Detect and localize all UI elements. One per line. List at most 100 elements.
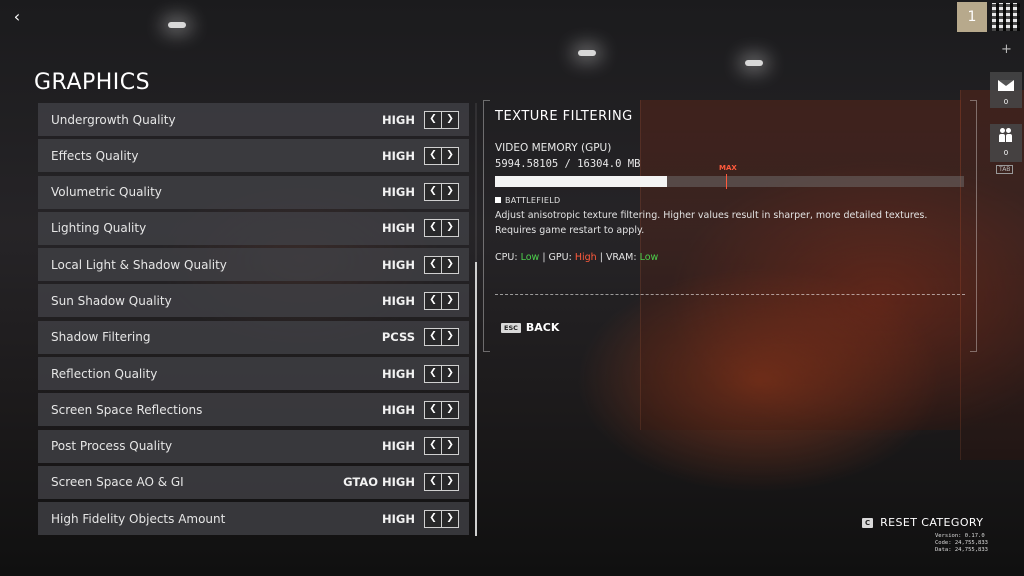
avatar[interactable]	[992, 3, 1020, 31]
back-button[interactable]: ESC BACK	[501, 321, 559, 334]
chevron-right-icon[interactable]: ❯	[442, 509, 459, 528]
setting-value: HIGH	[382, 257, 415, 272]
ceiling-lamp	[745, 60, 763, 66]
chevron-left-icon[interactable]: ❮	[424, 473, 442, 492]
panel-bracket-right	[970, 100, 977, 352]
chevron-left-icon[interactable]: ❮	[424, 400, 442, 419]
info-title: TEXTURE FILTERING	[495, 109, 633, 124]
vram-usage-fill	[495, 176, 668, 187]
setting-row[interactable]: Screen Space AO & GI GTAO HIGH ❮ ❯	[38, 465, 469, 499]
setting-label: Lighting Quality	[51, 221, 147, 236]
setting-label: Local Light & Shadow Quality	[51, 257, 227, 272]
square-icon	[495, 197, 501, 203]
divider	[495, 294, 965, 295]
chevron-left-icon[interactable]: ❮	[424, 219, 442, 238]
setting-value: GTAO HIGH	[343, 475, 415, 490]
esc-key-hint: ESC	[501, 322, 521, 333]
c-key-hint: C	[862, 517, 874, 528]
chevron-right-icon[interactable]: ❯	[442, 473, 459, 492]
panel-bracket-left	[483, 100, 490, 352]
performance-impact: CPU: Low | GPU: High | VRAM: Low	[495, 252, 658, 263]
setting-description: Adjust anisotropic texture filtering. Hi…	[495, 210, 928, 236]
setting-row[interactable]: Screen Space Reflections HIGH ❮ ❯	[38, 393, 469, 427]
chevron-right-icon[interactable]: ❯	[442, 183, 459, 202]
setting-row[interactable]: High Fidelity Objects Amount HIGH ❮ ❯	[38, 502, 469, 536]
chevron-right-icon[interactable]: ❯	[442, 437, 459, 456]
setting-stepper: ❮ ❯	[424, 509, 459, 528]
vram-max-label: MAX	[719, 164, 737, 172]
setting-label: Undergrowth Quality	[51, 112, 176, 127]
vram-usage-bar	[495, 174, 964, 189]
setting-value: HIGH	[382, 221, 415, 236]
separator: |	[542, 252, 546, 263]
date-text: Data: 24,755,833	[935, 547, 988, 553]
chevron-right-icon[interactable]: ❯	[442, 255, 459, 274]
reset-category-label: RESET CATEGORY	[880, 516, 984, 529]
setting-stepper: ❮ ❯	[424, 146, 459, 165]
chevron-right-icon[interactable]: ❯	[442, 364, 459, 383]
chevron-right-icon[interactable]: ❯	[442, 146, 459, 165]
setting-label: Screen Space Reflections	[51, 402, 203, 417]
setting-row[interactable]: Lighting Quality HIGH ❮ ❯	[38, 211, 469, 245]
chevron-left-icon[interactable]: ❮	[424, 183, 442, 202]
setting-label: Effects Quality	[51, 148, 139, 163]
setting-value: HIGH	[382, 366, 415, 381]
gpu-label: GPU:	[548, 252, 572, 263]
setting-row[interactable]: Post Process Quality HIGH ❮ ❯	[38, 429, 469, 463]
setting-stepper: ❮ ❯	[424, 255, 459, 274]
setting-stepper: ❮ ❯	[424, 183, 459, 202]
vram-value: 5994.58105 / 16304.0 MB	[495, 158, 641, 170]
vram-max-marker	[726, 174, 728, 189]
setting-stepper: ❮ ❯	[424, 219, 459, 238]
setting-label: Volumetric Quality	[51, 185, 162, 200]
chevron-left-icon[interactable]: ❮	[424, 255, 442, 274]
chevron-left-icon[interactable]: ❮	[424, 328, 442, 347]
plus-icon[interactable]: +	[1001, 42, 1012, 57]
friends-button[interactable]: 0	[990, 124, 1022, 162]
chevron-left-icon[interactable]: ❮	[424, 291, 442, 310]
chevron-right-icon[interactable]: ❯	[442, 328, 459, 347]
mail-count: 0	[1003, 98, 1009, 106]
setting-row[interactable]: Reflection Quality HIGH ❮ ❯	[38, 357, 469, 391]
setting-value: HIGH	[382, 511, 415, 526]
setting-value: HIGH	[382, 293, 415, 308]
friends-icon	[999, 128, 1013, 142]
reset-category-button[interactable]: C RESET CATEGORY	[862, 516, 983, 529]
mail-icon	[998, 80, 1014, 91]
back-arrow-icon[interactable]: ‹	[8, 8, 26, 26]
chevron-left-icon[interactable]: ❮	[424, 364, 442, 383]
chevron-right-icon[interactable]: ❯	[442, 219, 459, 238]
friends-count: 0	[1003, 149, 1009, 157]
chevron-right-icon[interactable]: ❯	[442, 110, 459, 129]
chevron-right-icon[interactable]: ❯	[442, 291, 459, 310]
mail-button[interactable]: 0	[990, 72, 1022, 108]
build-info: Version: 0.17.0 Code: 24,755,833 Data: 2…	[935, 533, 988, 554]
chevron-left-icon[interactable]: ❮	[424, 110, 442, 129]
setting-value: HIGH	[382, 112, 415, 127]
vram-label: VIDEO MEMORY (GPU)	[495, 142, 612, 154]
cpu-label: CPU:	[495, 252, 518, 263]
setting-label: Sun Shadow Quality	[51, 293, 172, 308]
setting-row[interactable]: Shadow Filtering PCSS ❮ ❯	[38, 320, 469, 354]
chevron-right-icon[interactable]: ❯	[442, 400, 459, 419]
chevron-left-icon[interactable]: ❮	[424, 509, 442, 528]
setting-row[interactable]: Undergrowth Quality HIGH ❮ ❯	[38, 103, 469, 136]
setting-row[interactable]: Local Light & Shadow Quality HIGH ❮ ❯	[38, 248, 469, 282]
setting-row[interactable]: Sun Shadow Quality HIGH ❮ ❯	[38, 284, 469, 318]
vram-impact-label: VRAM:	[605, 252, 637, 263]
scrollbar-thumb[interactable]	[475, 262, 477, 536]
setting-stepper: ❮ ❯	[424, 291, 459, 310]
chevron-left-icon[interactable]: ❮	[424, 437, 442, 456]
game-tag: BATTLEFIELD	[495, 196, 560, 205]
setting-row[interactable]: Effects Quality HIGH ❮ ❯	[38, 139, 469, 173]
setting-stepper: ❮ ❯	[424, 400, 459, 419]
ceiling-lamp	[168, 22, 186, 28]
setting-stepper: ❮ ❯	[424, 437, 459, 456]
setting-value: HIGH	[382, 148, 415, 163]
player-rank-badge[interactable]: 1	[957, 2, 987, 32]
chevron-left-icon[interactable]: ❮	[424, 146, 442, 165]
separator: |	[599, 252, 603, 263]
tab-key-hint: TAB	[996, 165, 1014, 174]
setting-stepper: ❮ ❯	[424, 328, 459, 347]
setting-row[interactable]: Volumetric Quality HIGH ❮ ❯	[38, 175, 469, 209]
